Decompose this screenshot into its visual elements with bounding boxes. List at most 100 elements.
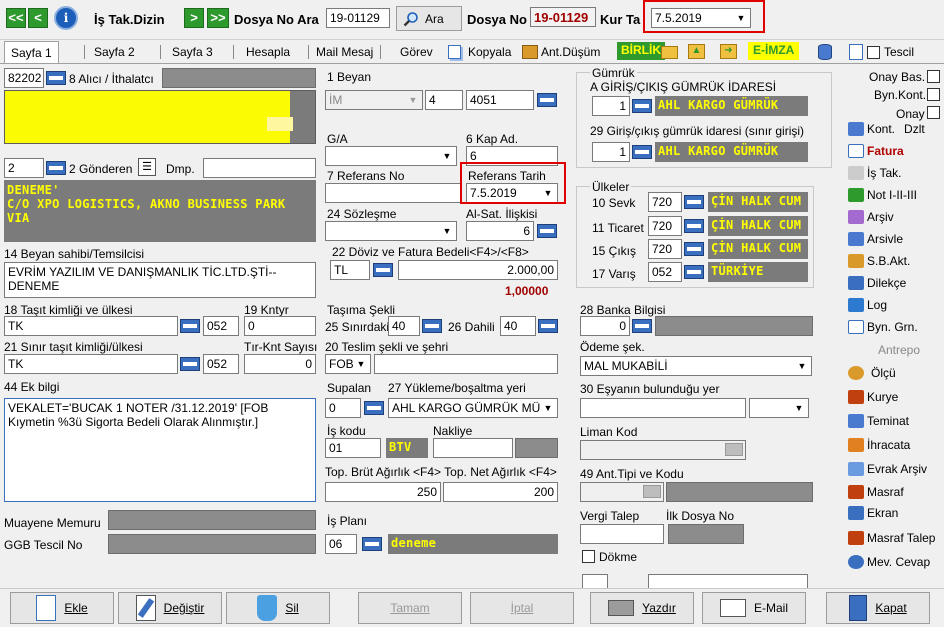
doviz-amount-input[interactable]: 2.000,00 bbox=[398, 260, 558, 280]
chevron-down-icon[interactable]: ▼ bbox=[405, 92, 421, 108]
alsat-input[interactable]: 6 bbox=[466, 221, 534, 241]
dosya-no-ara-input[interactable]: 19-01129 bbox=[326, 8, 390, 28]
sozlesme-select[interactable]: ▼ bbox=[325, 221, 457, 241]
nakliye-input[interactable] bbox=[433, 438, 513, 458]
tab-mail-mesaj[interactable]: Mail Mesaj bbox=[310, 41, 379, 63]
back-double-icon[interactable]: << bbox=[6, 8, 26, 28]
sidebar-item-sb-akt[interactable]: S.B.Akt. bbox=[848, 254, 910, 268]
sevk-picker-icon[interactable] bbox=[684, 195, 704, 209]
banka-picker-icon[interactable] bbox=[632, 319, 652, 333]
onay-bas-checkbox[interactable] bbox=[927, 70, 940, 83]
varis-picker-icon[interactable] bbox=[684, 265, 704, 279]
chevron-down-icon[interactable]: ▼ bbox=[791, 400, 807, 416]
sidebar-item-is-tak[interactable]: İş Tak. bbox=[848, 166, 901, 180]
sil-button[interactable]: Sil bbox=[226, 592, 330, 624]
alsat-picker-icon[interactable] bbox=[537, 224, 557, 238]
ticaret-code-input[interactable]: 720 bbox=[648, 216, 682, 236]
supalan-input[interactable]: 0 bbox=[325, 398, 361, 418]
teslim-select[interactable]: FOB ▼ bbox=[325, 354, 371, 374]
tab-ant-dusum[interactable]: Ant.Düşüm bbox=[538, 41, 606, 63]
folder-up-icon[interactable]: ▲ bbox=[688, 44, 705, 59]
tasit-picker-icon[interactable] bbox=[180, 319, 200, 333]
chevron-down-icon[interactable]: ▼ bbox=[540, 400, 556, 416]
folder-arrow-icon[interactable]: ➜ bbox=[720, 44, 737, 59]
gonderen-code-input[interactable]: 2 bbox=[4, 158, 44, 178]
is-plani-picker-icon[interactable] bbox=[362, 537, 382, 551]
gidare-picker-icon[interactable] bbox=[632, 145, 652, 159]
cikis-picker-icon[interactable] bbox=[684, 242, 704, 256]
giris-code-input[interactable]: 1 bbox=[592, 96, 630, 116]
esya-select[interactable]: ▼ bbox=[749, 398, 809, 418]
ticaret-picker-icon[interactable] bbox=[684, 219, 704, 233]
sidebar-item-masraf[interactable]: Masraf bbox=[848, 485, 904, 499]
byn-kont-checkbox[interactable] bbox=[927, 88, 940, 101]
tab-e-imza[interactable]: E-İMZA bbox=[748, 42, 800, 60]
list-icon[interactable]: ☰ bbox=[138, 158, 156, 176]
chevron-down-icon[interactable]: ▼ bbox=[439, 148, 455, 164]
back-icon[interactable]: < bbox=[28, 8, 48, 28]
beyan-code-input[interactable]: 4051 bbox=[466, 90, 534, 110]
sidebar-item-log[interactable]: Log bbox=[848, 298, 887, 312]
database-icon[interactable] bbox=[818, 44, 832, 60]
email-button[interactable]: E-Mail bbox=[702, 592, 806, 624]
sidebar-item-dilekce[interactable]: Dilekçe bbox=[848, 276, 906, 290]
doviz-currency-input[interactable]: TL bbox=[330, 260, 370, 280]
sidebar-item-arsiv[interactable]: Arşiv bbox=[848, 210, 894, 224]
is-plani-code-input[interactable]: 06 bbox=[325, 534, 357, 554]
ref-no-input[interactable] bbox=[325, 183, 461, 203]
tab-hesapla[interactable]: Hesapla bbox=[240, 41, 296, 63]
tab-kopyala[interactable]: Kopyala bbox=[462, 41, 517, 63]
yukleme-select[interactable]: AHL KARGO GÜMRÜK MÜ ▼ bbox=[388, 398, 558, 418]
tescil-checkbox[interactable] bbox=[867, 46, 880, 59]
sidebar-item-fatura[interactable]: Fatura bbox=[848, 144, 904, 158]
dahili-input[interactable]: 40 bbox=[500, 316, 536, 336]
banka-code-input[interactable]: 0 bbox=[580, 316, 630, 336]
ek-bilgi-textarea[interactable]: VEKALET='BUCAK 1 NOTER /31.12.2019' [FOB… bbox=[4, 398, 316, 502]
dmp-input[interactable] bbox=[203, 158, 316, 178]
brut-input[interactable]: 250 bbox=[325, 482, 441, 502]
yazdir-button[interactable]: Yazdır bbox=[590, 592, 694, 624]
sidebar-item-ekran[interactable]: Ekran bbox=[848, 506, 898, 520]
chevron-down-icon[interactable]: ▼ bbox=[439, 223, 455, 239]
sidebar-item-ihracata[interactable]: İhracata bbox=[848, 438, 910, 452]
giris-picker-icon[interactable] bbox=[632, 99, 652, 113]
sidebar-item-byn-grn[interactable]: Byn. Grn. bbox=[848, 320, 918, 334]
sidebar-item-masraf-talep[interactable]: Masraf Talep bbox=[848, 531, 935, 545]
kntyr-input[interactable]: 0 bbox=[244, 316, 316, 336]
is-tak-dizin-label[interactable]: İş Tak.Dizin bbox=[94, 12, 165, 27]
sidebar-item-olcu[interactable]: Ölçü bbox=[848, 366, 896, 380]
folder-open-icon[interactable] bbox=[661, 46, 678, 59]
gidare-code-input[interactable]: 1 bbox=[592, 142, 630, 162]
tab-gorev[interactable]: Görev bbox=[394, 41, 439, 63]
sinir-ulke-input[interactable]: 052 bbox=[203, 354, 239, 374]
beyan-4-input[interactable]: 4 bbox=[425, 90, 463, 110]
tab-sayfa3[interactable]: Sayfa 3 bbox=[166, 41, 219, 63]
beyan-picker-icon[interactable] bbox=[537, 93, 557, 107]
vergi-input[interactable] bbox=[580, 524, 664, 544]
onay-checkbox[interactable] bbox=[927, 106, 940, 119]
sidebar-item-not[interactable]: Not I-II-III bbox=[848, 188, 917, 202]
alici-picker-icon[interactable] bbox=[46, 71, 66, 85]
tab-sayfa2[interactable]: Sayfa 2 bbox=[88, 41, 141, 63]
gonderen-picker-icon[interactable] bbox=[46, 161, 66, 175]
degistir-button[interactable]: Değiştir bbox=[118, 592, 222, 624]
sinir-input[interactable]: 40 bbox=[388, 316, 420, 336]
tab-birlik[interactable]: BİRLİK bbox=[617, 42, 665, 60]
beyan-sahibi-value[interactable]: EVRİM YAZILIM VE DANIŞMANLIK TİC.LTD.ŞTİ… bbox=[4, 262, 316, 298]
ara-button[interactable]: Ara bbox=[396, 6, 462, 31]
dokme-checkbox[interactable] bbox=[582, 550, 595, 563]
sidebar-item-arsivle[interactable]: Arsivle bbox=[848, 232, 903, 246]
kapat-button[interactable]: Kapat bbox=[826, 592, 930, 624]
tir-input[interactable]: 0 bbox=[244, 354, 316, 374]
is-kodu-input[interactable]: 01 bbox=[325, 438, 381, 458]
ekle-button[interactable]: Ekle bbox=[10, 592, 114, 624]
odeme-select[interactable]: MAL MUKABİLİ ▼ bbox=[580, 356, 812, 376]
sidebar-item-kurye[interactable]: Kurye bbox=[848, 390, 898, 404]
sinir-tasit-picker-icon[interactable] bbox=[180, 357, 200, 371]
sinir-tasit-input[interactable]: TK bbox=[4, 354, 178, 374]
ga-select[interactable]: ▼ bbox=[325, 146, 457, 166]
sinir-picker-icon[interactable] bbox=[422, 319, 442, 333]
sidebar-item-teminat[interactable]: Teminat bbox=[848, 414, 909, 428]
sidebar-item-kont[interactable]: Kont. Dzlt bbox=[848, 122, 925, 136]
next-double-icon[interactable]: >> bbox=[207, 8, 229, 28]
